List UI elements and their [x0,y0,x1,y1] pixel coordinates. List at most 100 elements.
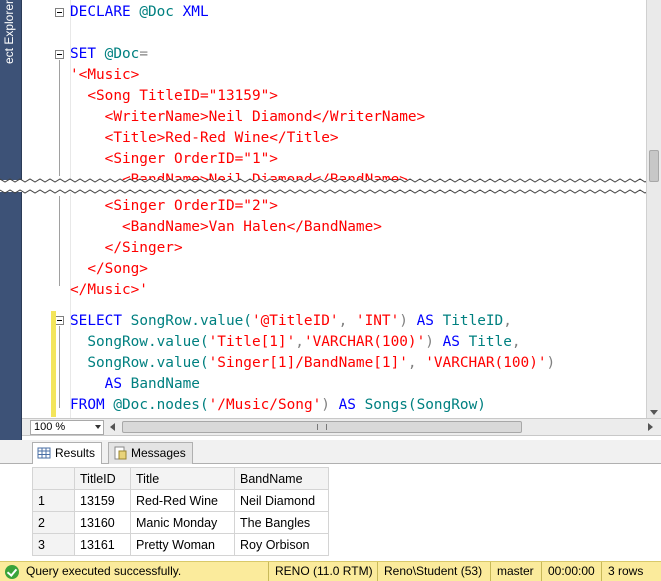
zoom-select[interactable]: 100 % [30,420,104,435]
code-token: TitleID [442,313,504,329]
code-line[interactable]: <Singer OrderID="1"> [70,149,278,170]
code-line[interactable]: </Song> [70,259,148,280]
code-token: SET [70,46,105,62]
object-explorer-tab[interactable]: ect Explorer [0,0,22,440]
scroll-thumb[interactable] [649,150,659,182]
row-number[interactable]: 2 [32,511,75,534]
code-line[interactable]: FROM @Doc.nodes('/Music/Song') AS Songs(… [70,395,486,416]
zoom-value: 100 % [34,421,66,433]
code-token: AS [338,397,365,413]
code-line[interactable]: SongRow.value('Singer[1]/BandName[1]', '… [70,353,555,374]
scroll-down-icon[interactable] [650,410,658,415]
code-line[interactable]: </Singer> [70,238,183,259]
table-row[interactable]: 3 13161 Pretty Woman Roy Orbison [32,533,329,556]
outline-line [59,326,60,408]
scroll-right-icon[interactable] [648,423,653,431]
collapse-icon[interactable] [55,50,64,59]
tab-messages[interactable]: Messages [108,442,193,464]
table-row[interactable]: 1 13159 Red-Red Wine Neil Diamond [32,489,329,512]
cell-titleid[interactable]: 13161 [74,533,131,556]
cell-title[interactable]: Pretty Woman [130,533,235,556]
horizontal-scroll-thumb[interactable] [122,421,522,433]
code-token: BandName [130,376,200,392]
status-elapsed: 00:00:00 [541,562,601,581]
code-token: ) [546,355,556,371]
code-token: DECLARE [70,4,140,20]
code-token: 'VARCHAR(100)' [425,355,547,371]
grid-icon [37,447,51,459]
row-header-corner [32,467,75,490]
code-token: </Song> [70,261,148,277]
code-token: , [511,334,521,350]
code-token: 'Singer[1]/BandName[1]' [208,355,408,371]
code-token: @Doc.nodes( [113,397,209,413]
code-token: ) [399,313,417,329]
column-header-title[interactable]: Title [130,467,235,490]
code-line[interactable]: <Singer OrderID="2"> [70,196,278,217]
row-number[interactable]: 3 [32,533,75,556]
code-token: AS [416,313,443,329]
cell-title[interactable]: Red-Red Wine [130,489,235,512]
code-token: <Title>Red-Red Wine</Title> [70,130,339,146]
table-row[interactable]: 2 13160 Manic Monday The Bangles [32,511,329,534]
changed-lines-marker [51,311,56,417]
code-token: XML [182,4,209,20]
code-token: </Singer> [70,240,183,256]
code-line[interactable]: SET @Doc= [70,44,148,65]
code-token: <Singer OrderID="1"> [70,151,278,167]
code-token: @Doc [139,4,183,20]
code-line[interactable]: SongRow.value('Title[1]','VARCHAR(100)')… [70,332,521,353]
code-token: ) [321,397,339,413]
scroll-left-icon[interactable] [110,423,115,431]
outline-line [59,196,60,286]
code-token: '<Music> [70,67,140,83]
vertical-scrollbar[interactable] [646,0,661,418]
code-token: '@TitleID' [251,313,339,329]
code-token: </Music>' [70,282,148,298]
code-line[interactable]: DECLARE @Doc XML [70,2,209,23]
cell-bandname[interactable]: The Bangles [234,511,329,534]
collapse-icon[interactable] [55,8,64,17]
column-header-titleid[interactable]: TitleID [74,467,131,490]
success-check-icon [5,565,19,579]
grid-header-row: TitleID Title BandName [32,467,329,490]
code-token: 'INT' [355,313,400,329]
row-number[interactable]: 1 [32,489,75,512]
code-line[interactable]: <Song TitleID="13159"> [70,86,278,107]
chevron-down-icon [95,425,101,429]
code-token: <Song TitleID="13159"> [70,88,278,104]
object-explorer-label: ect Explorer [2,0,16,65]
tab-results[interactable]: Results [32,442,103,464]
tab-messages-label: Messages [131,446,186,460]
status-bar: Query executed successfully. RENO (11.0 … [0,561,661,581]
code-line[interactable]: <Title>Red-Red Wine</Title> [70,128,339,149]
cell-bandname[interactable]: Roy Orbison [234,533,329,556]
code-line[interactable]: SELECT SongRow.value('@TitleID', 'INT') … [70,311,512,332]
cell-titleid[interactable]: 13159 [74,489,131,512]
code-line[interactable]: <BandName>Van Halen</BandName> [70,217,382,238]
results-grid[interactable]: TitleID Title BandName 1 13159 Red-Red W… [32,467,329,556]
code-line[interactable]: <WriterName>Neil Diamond</WriterName> [70,107,426,128]
cell-title[interactable]: Manic Monday [130,511,235,534]
tab-results-label: Results [55,446,96,460]
code-token: 'VARCHAR(100)' [303,334,426,350]
collapse-icon[interactable] [55,316,64,325]
messages-icon [114,446,127,460]
status-user: Reno\Student (53) [377,562,488,581]
code-line[interactable]: </Music>' [70,280,148,301]
column-header-bandname[interactable]: BandName [234,467,329,490]
code-line[interactable]: '<Music> [70,65,139,86]
outline-line [59,60,60,176]
cell-bandname[interactable]: Neil Diamond [234,489,329,512]
code-token: SongRow.value( [130,313,252,329]
code-line[interactable]: AS BandName [70,374,200,395]
code-token: @Doc [104,46,140,62]
code-token: <WriterName>Neil Diamond</WriterName> [70,109,426,125]
cell-titleid[interactable]: 13160 [74,511,131,534]
query-editor[interactable]: DECLARE @Doc XML SET @Doc= '<Music> <Song … [22,0,646,418]
editor-hscroll-bar: 100 % [22,418,661,436]
code-token: SongRow.value( [70,355,209,371]
code-token: , [503,313,512,329]
results-tabs: Results Messages [0,440,661,464]
grip-icon [317,424,327,430]
